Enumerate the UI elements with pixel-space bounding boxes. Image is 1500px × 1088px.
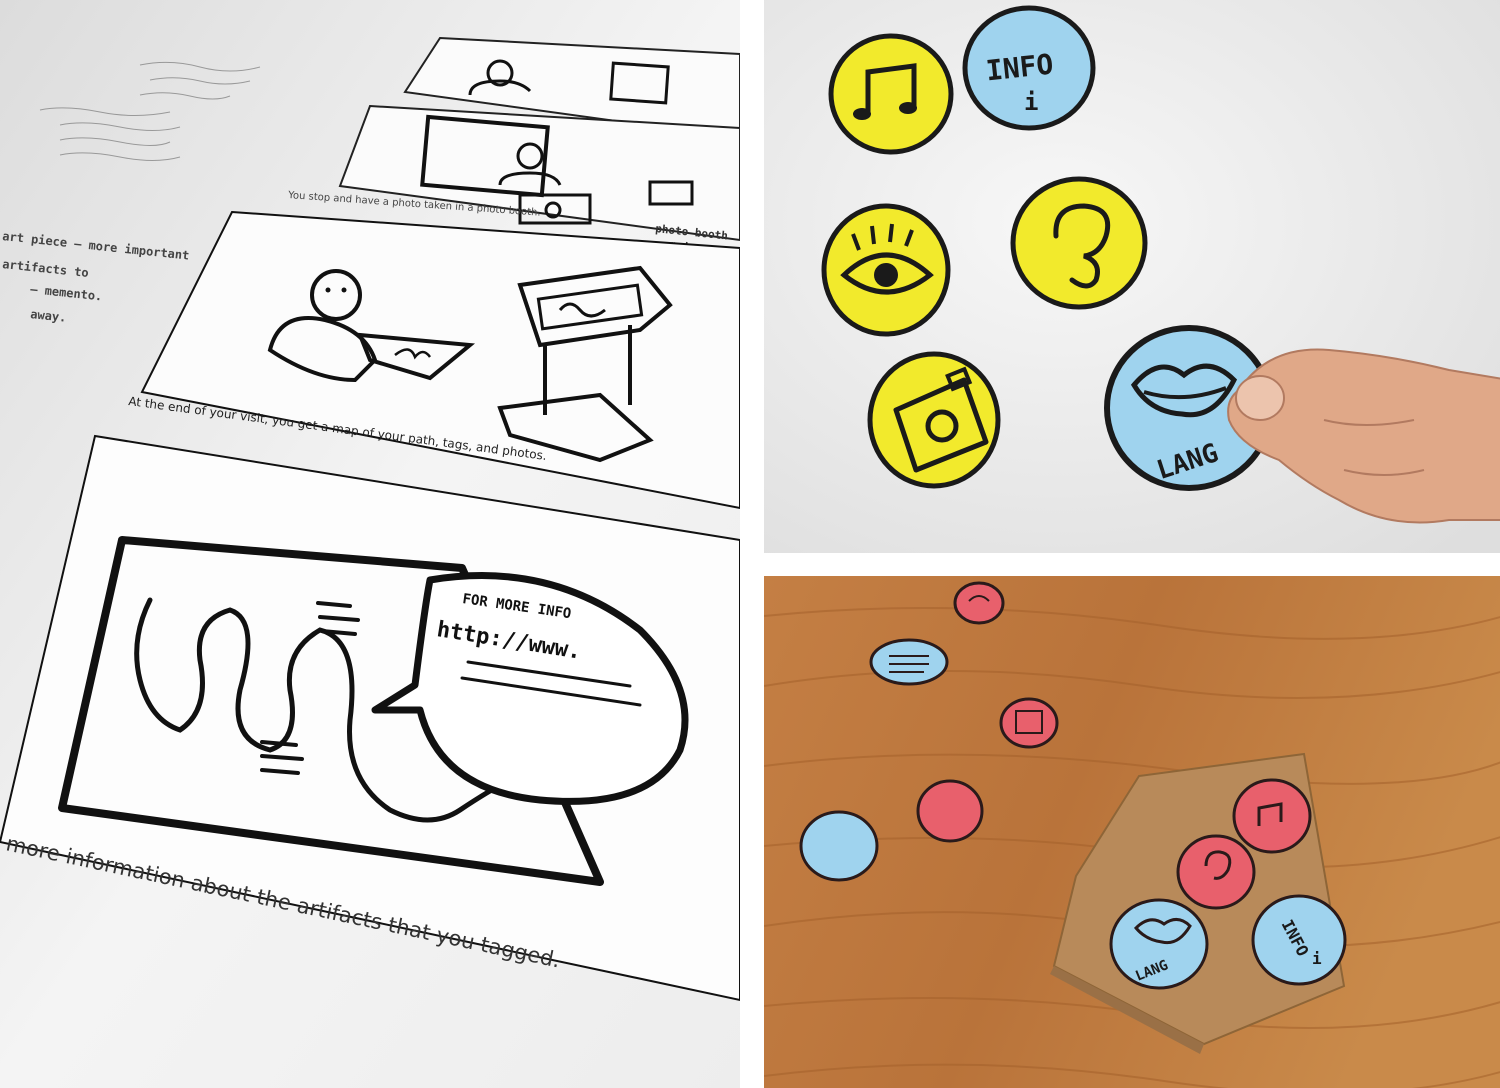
lang-sticker: LANG (1109, 898, 1209, 990)
info-sticker: INFO i (1251, 894, 1347, 986)
camera-icon (999, 697, 1059, 749)
blue-sticker-1 (869, 638, 949, 686)
ear-icon (1010, 176, 1148, 310)
info-sticker-label: INFO (984, 48, 1055, 88)
red-sticker-2 (916, 779, 984, 843)
table-stickers-scene: LANG INFO i (764, 576, 1500, 1088)
music-icon (1232, 778, 1312, 854)
info-sticker: INFO i (962, 5, 1096, 131)
eye-icon (821, 203, 951, 337)
red-sticker-1 (953, 581, 1005, 625)
paper-stickers-scene: INFO i LANG (764, 0, 1500, 553)
info-sticker-sub: i (1024, 88, 1038, 116)
table-stickers-photo: LANG INFO i (764, 576, 1500, 1088)
storyboard-sheet: You stop and have a photo taken in a pho… (0, 0, 740, 1088)
camera-icon (867, 351, 1001, 489)
blue-sticker-2 (799, 810, 879, 882)
ear-icon (1176, 834, 1256, 910)
paper-stickers-photo: INFO i LANG (764, 0, 1500, 553)
storyboard-photo: You stop and have a photo taken in a pho… (0, 0, 740, 1088)
music-icon (828, 33, 954, 155)
info-sticker-sub: i (1312, 949, 1322, 968)
